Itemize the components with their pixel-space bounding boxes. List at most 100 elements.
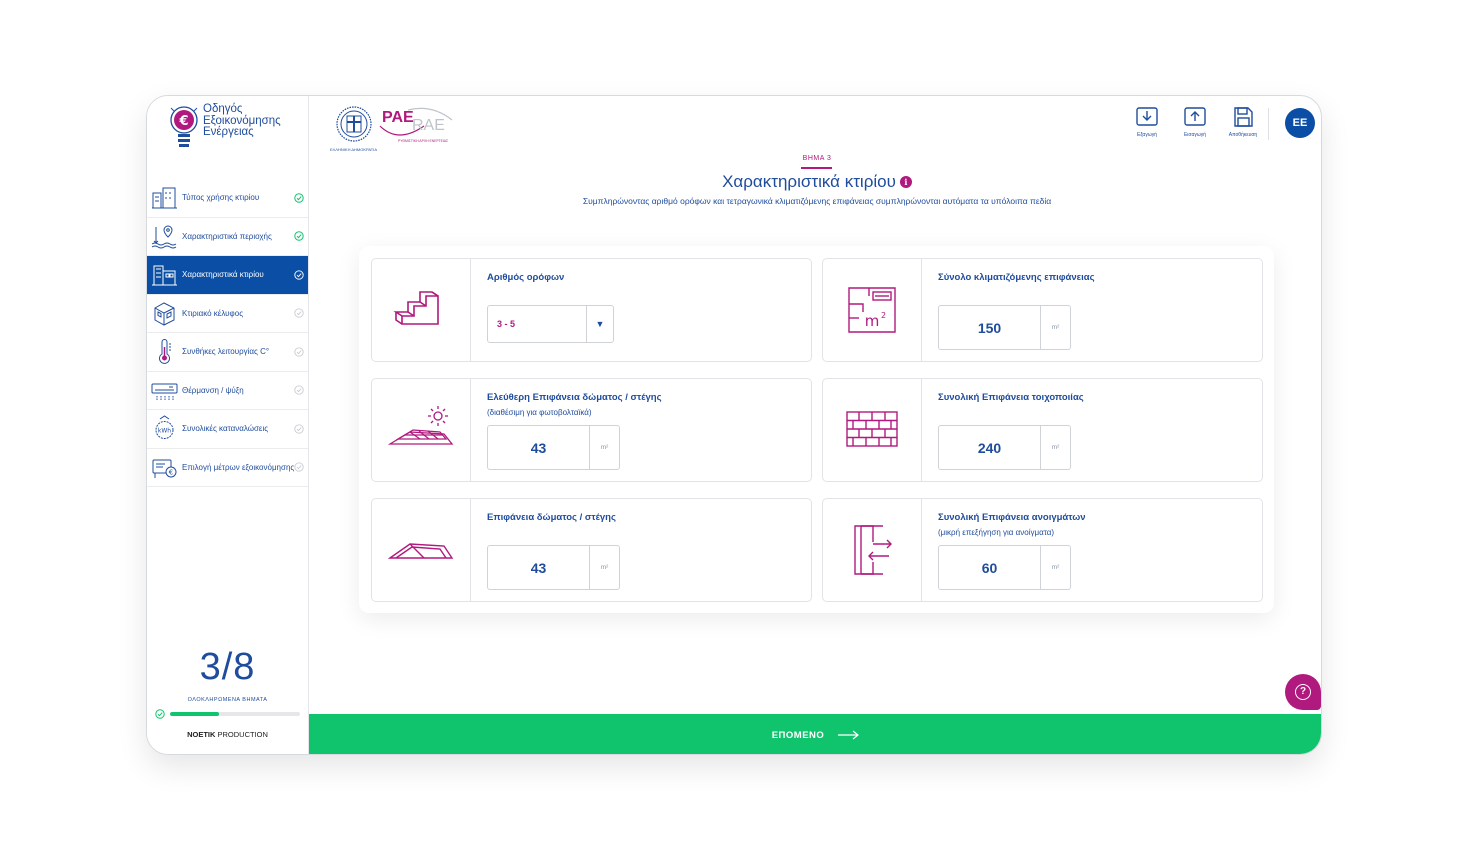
credit-footer: NOETIK PRODUCTION <box>147 730 308 739</box>
check-pending-icon <box>294 308 304 318</box>
help-button[interactable]: ? <box>1285 674 1321 710</box>
info-icon[interactable]: i <box>899 176 912 188</box>
openings-area-card: Συνολική Επιφάνεια ανοιγμάτων (μικρή επε… <box>822 498 1263 602</box>
openings-icon-box <box>823 499 922 601</box>
sidebar-item-total-consumption[interactable]: kWh Συνολικές καταναλώσεις <box>147 410 308 449</box>
sidebar-item-savings-measures[interactable]: € Επιλογή μέτρων εξοικονόμησης <box>147 449 308 487</box>
unit-label: m² <box>1051 324 1060 331</box>
unit-label: m² <box>1051 564 1060 571</box>
sidebar-item-label: Θέρμανση / ψύξη <box>182 385 244 395</box>
credit-rest: PRODUCTION <box>215 730 268 739</box>
sidebar-item-label: Κτιριακό κέλυφος <box>182 308 244 318</box>
openings-area-value: 60 <box>939 546 1041 589</box>
save-button[interactable]: Αποθήκευση <box>1219 106 1267 138</box>
svg-text:m: m <box>865 312 880 330</box>
save-icon <box>1234 107 1253 127</box>
wall-area-icon-box <box>823 379 922 481</box>
download-icon <box>1136 107 1158 126</box>
export-label: Εξαγωγή <box>1136 132 1157 138</box>
lightbulb-euro-icon: € <box>170 106 198 147</box>
openings-area-sub: (μικρή επεξήγηση για ανοίγματα) <box>938 528 1055 537</box>
toolbar-separator <box>1268 108 1269 140</box>
import-label: Εισαγωγή <box>1183 132 1207 138</box>
unit-label: m² <box>600 444 609 451</box>
brand-line: Ενέργειας <box>203 126 254 138</box>
roof-icon-box <box>372 499 471 601</box>
free-roof-icon-box <box>372 379 471 481</box>
credit-bold: NOETIK <box>187 730 216 739</box>
check-pending-icon <box>294 385 304 395</box>
sidebar-item-operating-conditions[interactable]: Συνθήκες λειτουργίας C° <box>147 333 308 372</box>
brand-title: Οδηγός Εξοικονόμησης Ενέργειας <box>203 103 281 139</box>
floors-select[interactable]: 3 - 5 ▼ <box>487 305 614 343</box>
openings-area-input[interactable]: 60 m² <box>938 545 1071 590</box>
next-label: ΕΠΟΜΕΝΟ <box>771 729 825 741</box>
svg-text:€: € <box>178 114 188 129</box>
dropdown-arrow-icon[interactable]: ▼ <box>587 306 613 342</box>
progress-fill <box>170 712 219 716</box>
gov-caption: ΕΛΛΗΝΙΚΗ ΔΗΜΟΚΡΑΤΙΑ <box>330 147 377 152</box>
export-button[interactable]: Εξαγωγή <box>1123 106 1171 138</box>
sidebar-item-building-use[interactable]: Τύπος χρήσης κτιρίου <box>147 179 308 218</box>
wall-area-label: Συνολική Επιφάνεια τοιχοποιίας <box>938 392 1084 403</box>
area-location-icon <box>151 225 177 249</box>
sidebar-item-label: Χαρακτηριστικά περιοχής <box>182 231 272 241</box>
step-underline <box>801 167 832 169</box>
svg-text:kWh: kWh <box>158 428 171 435</box>
svg-text:2: 2 <box>881 311 886 320</box>
unit-label: m² <box>1051 444 1060 451</box>
progress-check-icon <box>155 709 165 719</box>
next-button[interactable]: ΕΠΟΜΕΝΟ <box>309 714 1321 754</box>
sidebar-item-heating-cooling[interactable]: Θέρμανση / ψύξη <box>147 372 308 410</box>
gov-logo-wrap: ΕΛΛΗΝΙΚΗ ΔΗΜΟΚΡΑΤΙΑ <box>330 104 377 153</box>
floorplan-m2-icon: m 2 <box>848 287 896 333</box>
openings-area-label: Συνολική Επιφάνεια ανοιγμάτων <box>938 512 1086 523</box>
rae-logo: ΡΑΕ RAE ΡΥΘΜΙΣΤΙΚΗ ΑΡΧΗ ΕΝΕΡΓΕΙΑΣ <box>379 107 453 143</box>
page-title: Χαρακτηριστικά κτιρίου i <box>547 172 1087 192</box>
check-done-icon <box>294 231 304 241</box>
check-pending-icon <box>294 424 304 434</box>
sidebar-item-label: Συνολικές καταναλώσεις <box>182 424 269 434</box>
svg-text:€: € <box>169 468 173 476</box>
steps-nav: Τύπος χρήσης κτιρίου Χαρακτηριστικά περι… <box>147 179 308 487</box>
conditioned-area-icon-box: m 2 <box>823 259 922 361</box>
sidebar-item-area[interactable]: Χαρακτηριστικά περιοχής <box>147 218 308 256</box>
savings-measures-icon: € <box>152 459 177 478</box>
sidebar-item-building-characteristics[interactable]: Χαρακτηριστικά κτιρίου <box>147 256 308 295</box>
brand-logo[interactable]: € Οδηγός Εξοικονόμησης Ενέργειας <box>169 103 299 154</box>
sidebar-item-building-shell[interactable]: Κτιριακό κέλυφος <box>147 295 308 333</box>
progress-bar <box>170 712 300 716</box>
sidebar: € Οδηγός Εξοικονόμησης Ενέργειας Τύπος χ… <box>147 96 309 754</box>
roof-area-input[interactable]: 43 m² <box>487 545 620 590</box>
check-pending-icon <box>294 462 304 472</box>
free-roof-area-card: Ελεύθερη Επιφάνεια δώματος / στέγης (δια… <box>371 378 812 482</box>
user-avatar[interactable]: ΕΕ <box>1285 108 1315 138</box>
roof-icon <box>388 543 454 559</box>
air-conditioner-icon <box>151 383 178 400</box>
free-roof-area-value: 43 <box>488 426 590 469</box>
arrow-right-icon <box>838 730 860 740</box>
building-shell-icon <box>154 302 175 326</box>
rae-text-greek: ΡΑΕ <box>382 109 414 126</box>
free-roof-area-input[interactable]: 43 m² <box>487 425 620 470</box>
solar-roof-icon <box>388 406 454 445</box>
sidebar-item-label: Επιλογή μέτρων εξοικονόμησης <box>182 462 294 472</box>
check-done-icon <box>294 193 304 203</box>
brick-wall-icon <box>846 411 898 447</box>
rae-caption: ΡΥΘΜΙΣΤΙΚΗ ΑΡΧΗ ΕΝΕΡΓΕΙΑΣ <box>398 139 448 143</box>
thermometer-icon <box>159 339 171 365</box>
step-label: ΒΗΜΑ 3 <box>802 155 832 162</box>
question-icon: ? <box>1295 684 1311 700</box>
roof-area-label: Επιφάνεια δώματος / στέγης <box>487 512 616 523</box>
unit-label: m² <box>600 564 609 571</box>
floors-card: Αριθμός ορόφων 3 - 5 ▼ <box>371 258 812 362</box>
kwh-consumption-icon: kWh <box>155 415 174 440</box>
import-button[interactable]: Εισαγωγή <box>1171 106 1219 138</box>
conditioned-area-input[interactable]: 150 m² <box>938 305 1071 350</box>
sidebar-item-label: Συνθήκες λειτουργίας C° <box>182 347 270 357</box>
greek-republic-seal-icon <box>336 106 372 142</box>
free-roof-area-label: Ελεύθερη Επιφάνεια δώματος / στέγης <box>487 392 662 403</box>
form-panel: Αριθμός ορόφων 3 - 5 ▼ m 2 Σύνολο κλιματ… <box>359 246 1274 613</box>
conditioned-area-value: 150 <box>939 306 1041 349</box>
wall-area-input[interactable]: 240 m² <box>938 425 1071 470</box>
